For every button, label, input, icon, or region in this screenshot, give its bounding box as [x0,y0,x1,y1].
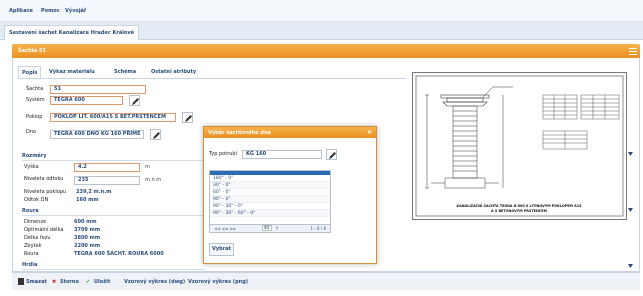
roura-heading: Roura [22,208,39,214]
niveleta-poklopu-value: 239,2 m.n.m [76,189,112,195]
collapse-arrow-icon[interactable] [628,264,633,268]
odtok-dn-label: Odtok DN [24,197,49,203]
sachta-field[interactable]: 51 [50,85,146,94]
niveleta-odtoku-label: Niveleta odtoku [24,176,64,182]
page-info: 1 - 6 / 6 [310,226,326,231]
rozmery-heading: Rozměry [22,153,47,159]
panel-title: Šachta 51 [18,48,46,54]
section-divider [22,269,205,270]
optimalni-delka-value: 3709 mm [74,227,101,233]
list-item[interactable]: 60° - 0° [210,189,330,196]
check-icon: ✔ [86,279,91,285]
sachta-label: Šachta [26,86,44,92]
technical-drawing: KANALIZAČNÍ ŠACHTA TEGRA Ø 600 S LITINOV… [412,72,627,220]
vyska-label: Výška [24,164,39,170]
select-button[interactable]: Vybrat [209,243,234,256]
pager-nav-icon[interactable]: ◀◀ ◀ ▶ ▶▶ [214,226,236,231]
pencil-icon[interactable] [150,129,161,140]
bottom-list: 180° - 0° 30° - 0° 60° - 0° 90° - 0° 90°… [209,170,331,225]
niveleta-odtoku-field[interactable]: 235 [74,176,140,185]
pencil-icon[interactable] [129,95,140,106]
drawing-dwg-button[interactable]: Vzorový výkres (dwg) [124,278,185,287]
vyska-field[interactable]: 4.2 [74,163,140,172]
list-item[interactable]: 180° - 0° [210,175,330,182]
close-icon[interactable]: × [367,129,372,136]
typ-potrubi-label: Typ potrubí [209,151,237,157]
app-tab-sestaveni[interactable]: Sestavení šachet Kanalizace Hradec Králo… [4,25,139,40]
list-item[interactable]: 90° - 0° [210,196,330,203]
poklop-label: Poklop [26,114,43,120]
collapse-arrow-icon[interactable] [628,208,633,212]
list-item[interactable]: 30° - 0° [210,182,330,189]
dimenze-value: 600 mm [74,219,97,225]
trash-icon [18,278,24,285]
dialog-header: Výběr šachtového dna × [204,127,376,138]
system-field[interactable]: TEGRA 600 [50,96,123,105]
optimalni-delka-label: Optimální délka [24,227,64,233]
hrdla-heading: Hrdla [22,262,38,268]
zbytek-label: Zbytek [24,243,42,249]
bottom-toolbar: Smazat ✖ Storno ✔ Uložit Vzorový výkres (d… [12,272,640,290]
menu-vyvojar[interactable]: Vývojář [65,8,86,14]
list-pager: ◀◀ ◀ ▶ ▶▶ 40 ⌕ 1 - 6 / 6 [209,225,331,233]
delka-rezu-value: 3800 mm [74,235,101,241]
vyska-unit: m [145,164,150,170]
menu-aplikace[interactable]: Aplikace [9,8,33,14]
save-button[interactable]: ✔ Uložit [86,278,110,287]
panel-header: Šachta 51 [12,44,640,58]
zbytek-value: 2200 mm [74,243,101,249]
roura-label: Roura [24,251,39,257]
menu-bar: Aplikace Pomoc Vývojář [0,0,643,22]
menu-pomoc[interactable]: Pomoc [41,8,60,14]
tab-divider [18,78,406,79]
dimenze-label: Dimenze [24,219,47,225]
niveleta-odtoku-unit: m.n.m [145,177,162,183]
delete-button[interactable]: Smazat [18,278,47,287]
collapse-arrow-icon[interactable] [628,152,633,156]
section-divider [22,160,205,161]
app-tab-strip: Sestavení šachet Kanalizace Hradec Králo… [0,22,643,40]
cancel-button[interactable]: ✖ Storno [52,278,79,287]
roura-value: TEGRA 600 ŠACHT. ROURA 6000 [74,251,164,257]
delka-rezu-label: Délka řezu [24,235,51,241]
search-icon[interactable]: ⌕ [276,225,279,231]
list-item[interactable]: 90° - 30° - 60° - 0° [210,210,330,217]
list-item[interactable]: 90° - 30° - 0° [210,203,330,210]
poklop-field[interactable]: POKLOP LIT. 600/A15 S BET.PRSTENCEM [50,113,176,122]
hamburger-icon[interactable] [629,46,637,55]
section-divider [22,215,205,216]
bottom-selection-dialog: Výběr šachtového dna × Typ potrubí KG 16… [203,126,377,264]
pencil-icon[interactable] [326,149,337,160]
odtok-dn-value: 160 mm [76,197,99,203]
dno-field[interactable]: TEGRA 600 DNO KG 160 PŘÍMÉ [50,130,144,139]
drawing-png-button[interactable]: Vzorový výkres (png) [188,278,248,287]
page-size-select[interactable]: 40 [262,225,272,231]
drawing-caption-2: A S BETONOVÝM PRSTENCEM [491,208,548,213]
system-label: Systém [26,97,45,103]
pencil-icon[interactable] [182,112,193,123]
dialog-title: Výběr šachtového dna [208,130,271,136]
drawing-caption-1: KANALIZAČNÍ ŠACHTA TEGRA Ø 600 S LITINOV… [457,203,583,208]
cross-icon: ✖ [52,279,57,285]
dno-label: Dno [26,129,37,135]
manhole-drawing: KANALIZAČNÍ ŠACHTA TEGRA Ø 600 S LITINOV… [415,75,624,217]
niveleta-poklopu-label: Niveleta poklopu [24,189,67,195]
typ-potrubi-field[interactable]: KG 160 [242,150,322,159]
